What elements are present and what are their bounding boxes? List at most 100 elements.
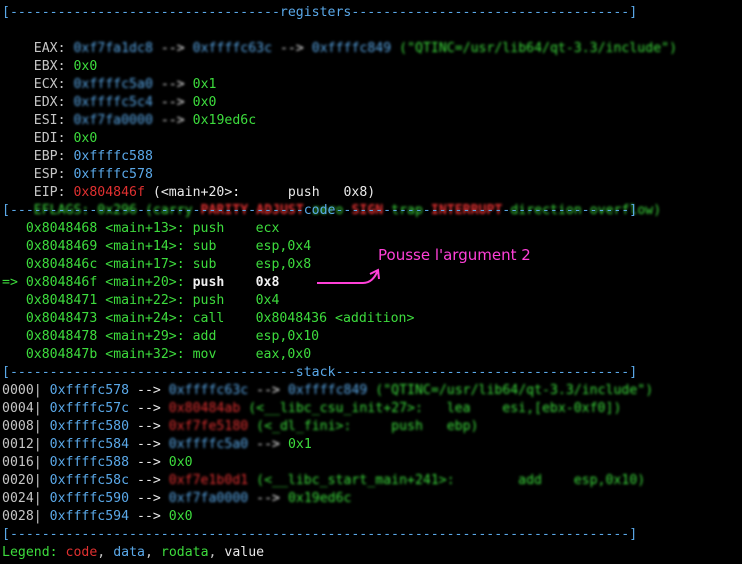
code-opcode: push (192, 221, 225, 236)
annotation-text: Pousse l'argument 2 (378, 246, 531, 264)
code-symbol: <main+24>: (105, 311, 185, 326)
stack-row: 0016| 0xffffc588 --> 0x0 (2, 454, 193, 472)
register-row-ecx: ECX: 0xffffc5a0 --> 0x1 (2, 58, 217, 92)
deref-string: (<__libc_csu_init+27>: lea esi,[ebx-0xf0… (248, 401, 622, 416)
code-address: 0x8048469 (25, 239, 98, 254)
code-prefix (2, 293, 26, 308)
registers-separator: [----------------------------------regis… (2, 5, 638, 20)
code-symbol: <main+17>: (105, 257, 185, 272)
code-opcode: mov (192, 347, 217, 362)
stack-row: 0004| 0xffffc57c --> 0x80484ab (<__libc_… (2, 400, 621, 418)
deref-value: 0xffffc849 (287, 383, 368, 398)
stack-offset: 0020| (2, 473, 42, 488)
code-opcode: push (192, 293, 225, 308)
stack-address: 0xffffc578 (49, 383, 130, 398)
deref-arrow: --> (137, 473, 161, 488)
legend-comma: , (144, 545, 153, 560)
deref-value: 0x19ed6c (287, 491, 352, 506)
code-prefix (2, 311, 26, 326)
code-operand: eax,0x0 (255, 347, 312, 362)
deref-value: 0x19ed6c (192, 113, 257, 128)
stack-value: 0xffffc5a0 (168, 437, 249, 452)
deref-string: (<_dl_fini>: push ebp) (256, 419, 479, 434)
code-operand: 0x4 (255, 293, 280, 308)
deref-arrow: --> (137, 419, 161, 434)
stack-value: 0xf7fe5180 (168, 419, 249, 434)
code-operand: 0x8048436 <addition> (255, 311, 415, 326)
code-address: 0x8048473 (25, 311, 98, 326)
code-prefix (2, 347, 26, 362)
legend-comma: , (208, 545, 217, 560)
stack-value: 0xf7e1b0d1 (168, 473, 249, 488)
code-prefix (2, 221, 26, 236)
legend-rodata: rodata (160, 545, 209, 560)
stack-offset: 0024| (2, 491, 42, 506)
legend-value: value (224, 545, 265, 560)
current-instruction-marker: => (2, 275, 26, 290)
register-row-eax: EAX: 0xf7fa1dc8 --> 0xffffc63c --> 0xfff… (2, 22, 677, 56)
code-line: 0x804846c <main+17>: sub esp,0x8 (2, 256, 311, 274)
code-line: 0x8048471 <main+22>: push 0x4 (2, 292, 280, 310)
code-line-current: => 0x804846f <main+20>: push 0x8 (2, 274, 279, 292)
code-opcode: push (192, 275, 225, 290)
code-operand: esp,0x4 (255, 239, 312, 254)
end-separator: [---------------------------------------… (2, 527, 638, 542)
deref-arrow: --> (256, 437, 280, 452)
annotation-arrow-icon (317, 268, 380, 284)
register-row-esi: ESI: 0xf7fa0000 --> 0x19ed6c (2, 94, 256, 128)
register-row-eip: EIP: 0x804846f (<main+20>: push 0x8) (2, 166, 375, 200)
stack-offset: 0016| (2, 455, 42, 470)
deref-arrow: --> (279, 41, 304, 56)
code-prefix (2, 239, 26, 254)
stack-row: 0024| 0xffffc590 --> 0xf7fa0000 --> 0x19… (2, 490, 351, 508)
register-row-edx: EDX: 0xffffc5c4 --> 0x0 (2, 76, 217, 110)
stack-value: 0xffffc63c (168, 383, 249, 398)
deref-value: 0xffffc63c (192, 41, 273, 56)
code-address: 0x804847b (25, 347, 98, 362)
deref-string: ("QTINC=/usr/lib64/qt-3.3/include") (399, 41, 678, 56)
deref-arrow: --> (256, 383, 280, 398)
code-operand: ecx (255, 221, 280, 236)
code-symbol: <main+32>: (105, 347, 185, 362)
stack-value: 0xf7fa0000 (168, 491, 249, 506)
code-separator: [-------------------------------------co… (2, 203, 638, 218)
deref-arrow: --> (137, 437, 161, 452)
deref-value: 0xffffc849 (311, 41, 392, 56)
stack-offset: 0028| (2, 509, 42, 524)
code-line: 0x8048478 <main+29>: add esp,0x10 (2, 328, 319, 346)
deref-arrow: --> (137, 491, 161, 506)
deref-string: ("QTINC=/usr/lib64/qt-3.3/include") (375, 383, 654, 398)
code-line: 0x8048468 <main+13>: push ecx (2, 220, 280, 238)
code-prefix (2, 329, 26, 344)
stack-row: 0012| 0xffffc584 --> 0xffffc5a0 --> 0x1 (2, 436, 312, 454)
code-symbol: <main+13>: (105, 221, 185, 236)
eflags-row: EFLAGS: 0x296 (carry PARITY ADJUST zero … (2, 184, 661, 218)
stack-address: 0xffffc590 (49, 491, 130, 506)
stack-value: 0x0 (168, 455, 193, 470)
legend-label: Legend: (2, 545, 58, 560)
code-opcode: sub (192, 239, 217, 254)
code-line: 0x804847b <main+32>: mov eax,0x0 (2, 346, 311, 364)
stack-offset: 0012| (2, 437, 42, 452)
stack-row: 0008| 0xffffc580 --> 0xf7fe5180 (<_dl_fi… (2, 418, 478, 436)
code-address: 0x8048471 (25, 293, 98, 308)
register-row-ebx: EBX: 0x0 (2, 40, 98, 74)
deref-arrow: --> (160, 41, 185, 56)
register-row-edi: EDI: 0x0 (2, 112, 98, 146)
legend: Legend: code, data, rodata, value (2, 544, 264, 562)
code-address: 0x8048478 (25, 329, 98, 344)
stack-address: 0xffffc58c (49, 473, 130, 488)
stack-address: 0xffffc594 (49, 509, 130, 524)
code-symbol: <main+14>: (105, 239, 185, 254)
code-symbol: <main+29>: (105, 329, 185, 344)
code-symbol: <main+22>: (105, 293, 185, 308)
stack-row: 0020| 0xffffc58c --> 0xf7e1b0d1 (<__libc… (2, 472, 645, 490)
code-line: 0x8048473 <main+24>: call 0x8048436 <addi… (2, 310, 415, 328)
stack-address: 0xffffc57c (49, 401, 130, 416)
deref-string: (<__libc_start_main+241>: add esp,0x10) (256, 473, 646, 488)
stack-offset: 0004| (2, 401, 42, 416)
code-address: 0x804846f (25, 275, 98, 290)
stack-offset: 0000| (2, 383, 42, 398)
stack-address: 0xffffc584 (49, 437, 130, 452)
deref-arrow: --> (137, 509, 161, 524)
